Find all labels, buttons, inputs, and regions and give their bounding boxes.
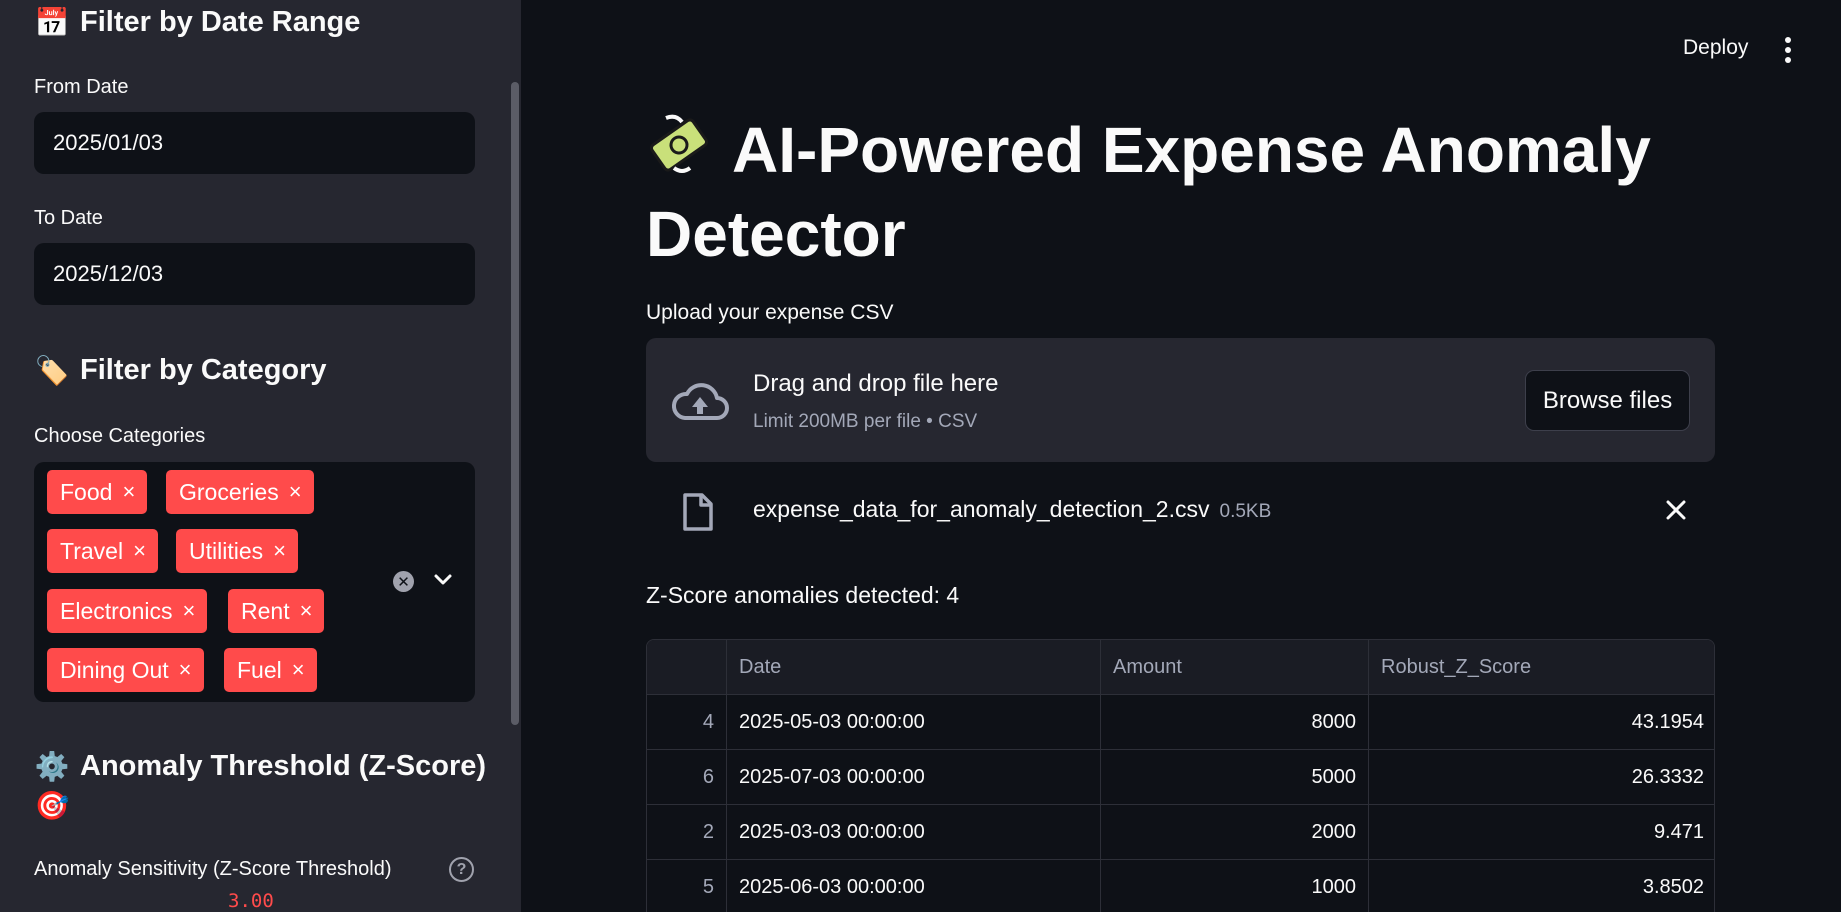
threshold-heading-cont: 🎯 <box>34 789 70 822</box>
category-tag-label: Dining Out <box>60 656 169 683</box>
category-tag-label: Rent <box>241 597 290 624</box>
category-tag-utilities: Utilities × <box>176 529 298 573</box>
category-tag-rent: Rent × <box>228 589 325 633</box>
remove-tag-icon[interactable]: × <box>292 657 305 683</box>
table-row[interactable]: 5 2025-06-03 00:00:00 1000 3.8502 <box>647 860 1714 912</box>
upload-label: Upload your expense CSV <box>646 301 894 324</box>
threshold-title: Anomaly Threshold (Z-Score) <box>80 750 487 782</box>
table-header-row: Date Amount Robust_Z_Score <box>647 640 1714 695</box>
table-cell-date: 2025-05-03 00:00:00 <box>727 695 1101 750</box>
table-header-zscore[interactable]: Robust_Z_Score <box>1369 640 1714 695</box>
remove-tag-icon[interactable]: × <box>182 598 195 624</box>
gear-icon: ⚙️ <box>34 751 70 782</box>
help-icon[interactable]: ? <box>449 857 474 882</box>
dropzone-limit: Limit 200MB per file • CSV <box>753 411 978 432</box>
table-cell-date: 2025-06-03 00:00:00 <box>727 860 1101 912</box>
table-cell-amount: 2000 <box>1101 805 1369 860</box>
app-root: 📅 Filter by Date Range From Date 2025/01… <box>0 0 1841 912</box>
chevron-down-icon[interactable] <box>432 566 454 594</box>
threshold-heading: ⚙️ Anomaly Threshold (Z-Score) <box>34 750 486 783</box>
table-row[interactable]: 6 2025-07-03 00:00:00 5000 26.3332 <box>647 750 1714 805</box>
category-tag-label: Groceries <box>179 478 279 505</box>
sidebar-scrollbar[interactable] <box>511 82 519 725</box>
from-date-label: From Date <box>34 76 129 98</box>
uploaded-file-size: 0.5KB <box>1219 501 1272 522</box>
file-icon <box>683 493 713 531</box>
category-tag-label: Electronics <box>60 597 173 624</box>
table-cell-index: 2 <box>647 805 727 860</box>
table-row[interactable]: 4 2025-05-03 00:00:00 8000 43.1954 <box>647 695 1714 750</box>
date-range-heading: 📅 Filter by Date Range <box>34 6 361 39</box>
uploaded-file-name: expense_data_for_anomaly_detection_2.csv <box>753 496 1210 522</box>
page-title: AI-Powered Expense Anomaly Detector <box>646 108 1746 276</box>
tag-icon: 🏷️ <box>34 355 70 386</box>
table-row[interactable]: 2 2025-03-03 00:00:00 2000 9.471 <box>647 805 1714 860</box>
anomaly-count-text: Z-Score anomalies detected: 4 <box>646 582 960 608</box>
category-tag-groceries: Groceries × <box>166 470 314 514</box>
close-icon[interactable] <box>1665 499 1687 521</box>
kebab-menu-icon[interactable] <box>1781 36 1795 64</box>
page-title-text: AI-Powered Expense Anomaly Detector <box>646 114 1651 270</box>
categories-label: Choose Categories <box>34 425 206 447</box>
table-cell-index: 6 <box>647 750 727 805</box>
deploy-button[interactable]: Deploy <box>1683 36 1748 60</box>
to-date-input[interactable]: 2025/12/03 <box>34 243 475 305</box>
money-with-wings-icon <box>649 114 709 173</box>
sensitivity-slider-value[interactable]: 3.00 <box>228 890 274 912</box>
date-range-title: Filter by Date Range <box>80 6 361 38</box>
category-heading: 🏷️ Filter by Category <box>34 354 327 387</box>
to-date-value: 2025/12/03 <box>53 261 164 286</box>
remove-tag-icon[interactable]: × <box>122 479 135 505</box>
calendar-icon: 📅 <box>34 7 70 38</box>
table-cell-zscore: 43.1954 <box>1631 711 1704 733</box>
category-tag-fuel: Fuel × <box>224 648 317 692</box>
category-tag-label: Food <box>60 478 113 505</box>
table-cell-zscore: 26.3332 <box>1631 766 1704 788</box>
sidebar: 📅 Filter by Date Range From Date 2025/01… <box>0 0 521 912</box>
table-cell-amount: 8000 <box>1101 695 1369 750</box>
remove-tag-icon[interactable]: × <box>133 538 146 564</box>
category-tag-label: Utilities <box>189 537 264 564</box>
remove-tag-icon[interactable]: × <box>300 598 313 624</box>
from-date-value: 2025/01/03 <box>53 130 164 155</box>
clear-all-icon[interactable]: ✕ <box>393 571 414 592</box>
sensitivity-label: Anomaly Sensitivity (Z-Score Threshold) <box>34 858 392 880</box>
table-cell-date: 2025-03-03 00:00:00 <box>727 805 1101 860</box>
target-icon: 🎯 <box>34 790 70 821</box>
table-cell-zscore: 3.8502 <box>1642 876 1704 898</box>
category-tag-label: Fuel <box>237 656 282 683</box>
category-tag-food: Food × <box>47 470 148 514</box>
remove-tag-icon[interactable]: × <box>179 657 192 683</box>
category-tag-electronics: Electronics × <box>47 589 208 633</box>
to-date-label: To Date <box>34 207 103 229</box>
table-cell-index: 4 <box>647 695 727 750</box>
dropzone-instruction: Drag and drop file here <box>753 370 999 397</box>
table-cell-date: 2025-07-03 00:00:00 <box>727 750 1101 805</box>
remove-tag-icon[interactable]: × <box>289 479 302 505</box>
table-cell-amount: 5000 <box>1101 750 1369 805</box>
table-cell-index: 5 <box>647 860 727 912</box>
browse-files-button[interactable]: Browse files <box>1525 370 1690 431</box>
table-cell-amount: 1000 <box>1101 860 1369 912</box>
table-header-date[interactable]: Date <box>727 640 1101 695</box>
category-tag-label: Travel <box>60 537 124 564</box>
category-tag-travel: Travel × <box>47 529 158 573</box>
anomaly-table[interactable]: Date Amount Robust_Z_Score 4 2025-05-03 … <box>646 639 1715 912</box>
remove-tag-icon[interactable]: × <box>273 538 286 564</box>
from-date-input[interactable]: 2025/01/03 <box>34 112 475 174</box>
table-header-index[interactable] <box>647 640 727 695</box>
table-cell-zscore: 9.471 <box>1653 821 1704 843</box>
category-title: Filter by Category <box>80 354 327 386</box>
table-header-amount[interactable]: Amount <box>1101 640 1369 695</box>
uploaded-file: expense_data_for_anomaly_detection_2.csv… <box>753 496 1271 523</box>
category-tag-dining-out: Dining Out × <box>47 648 204 692</box>
cloud-upload-icon <box>672 383 729 420</box>
